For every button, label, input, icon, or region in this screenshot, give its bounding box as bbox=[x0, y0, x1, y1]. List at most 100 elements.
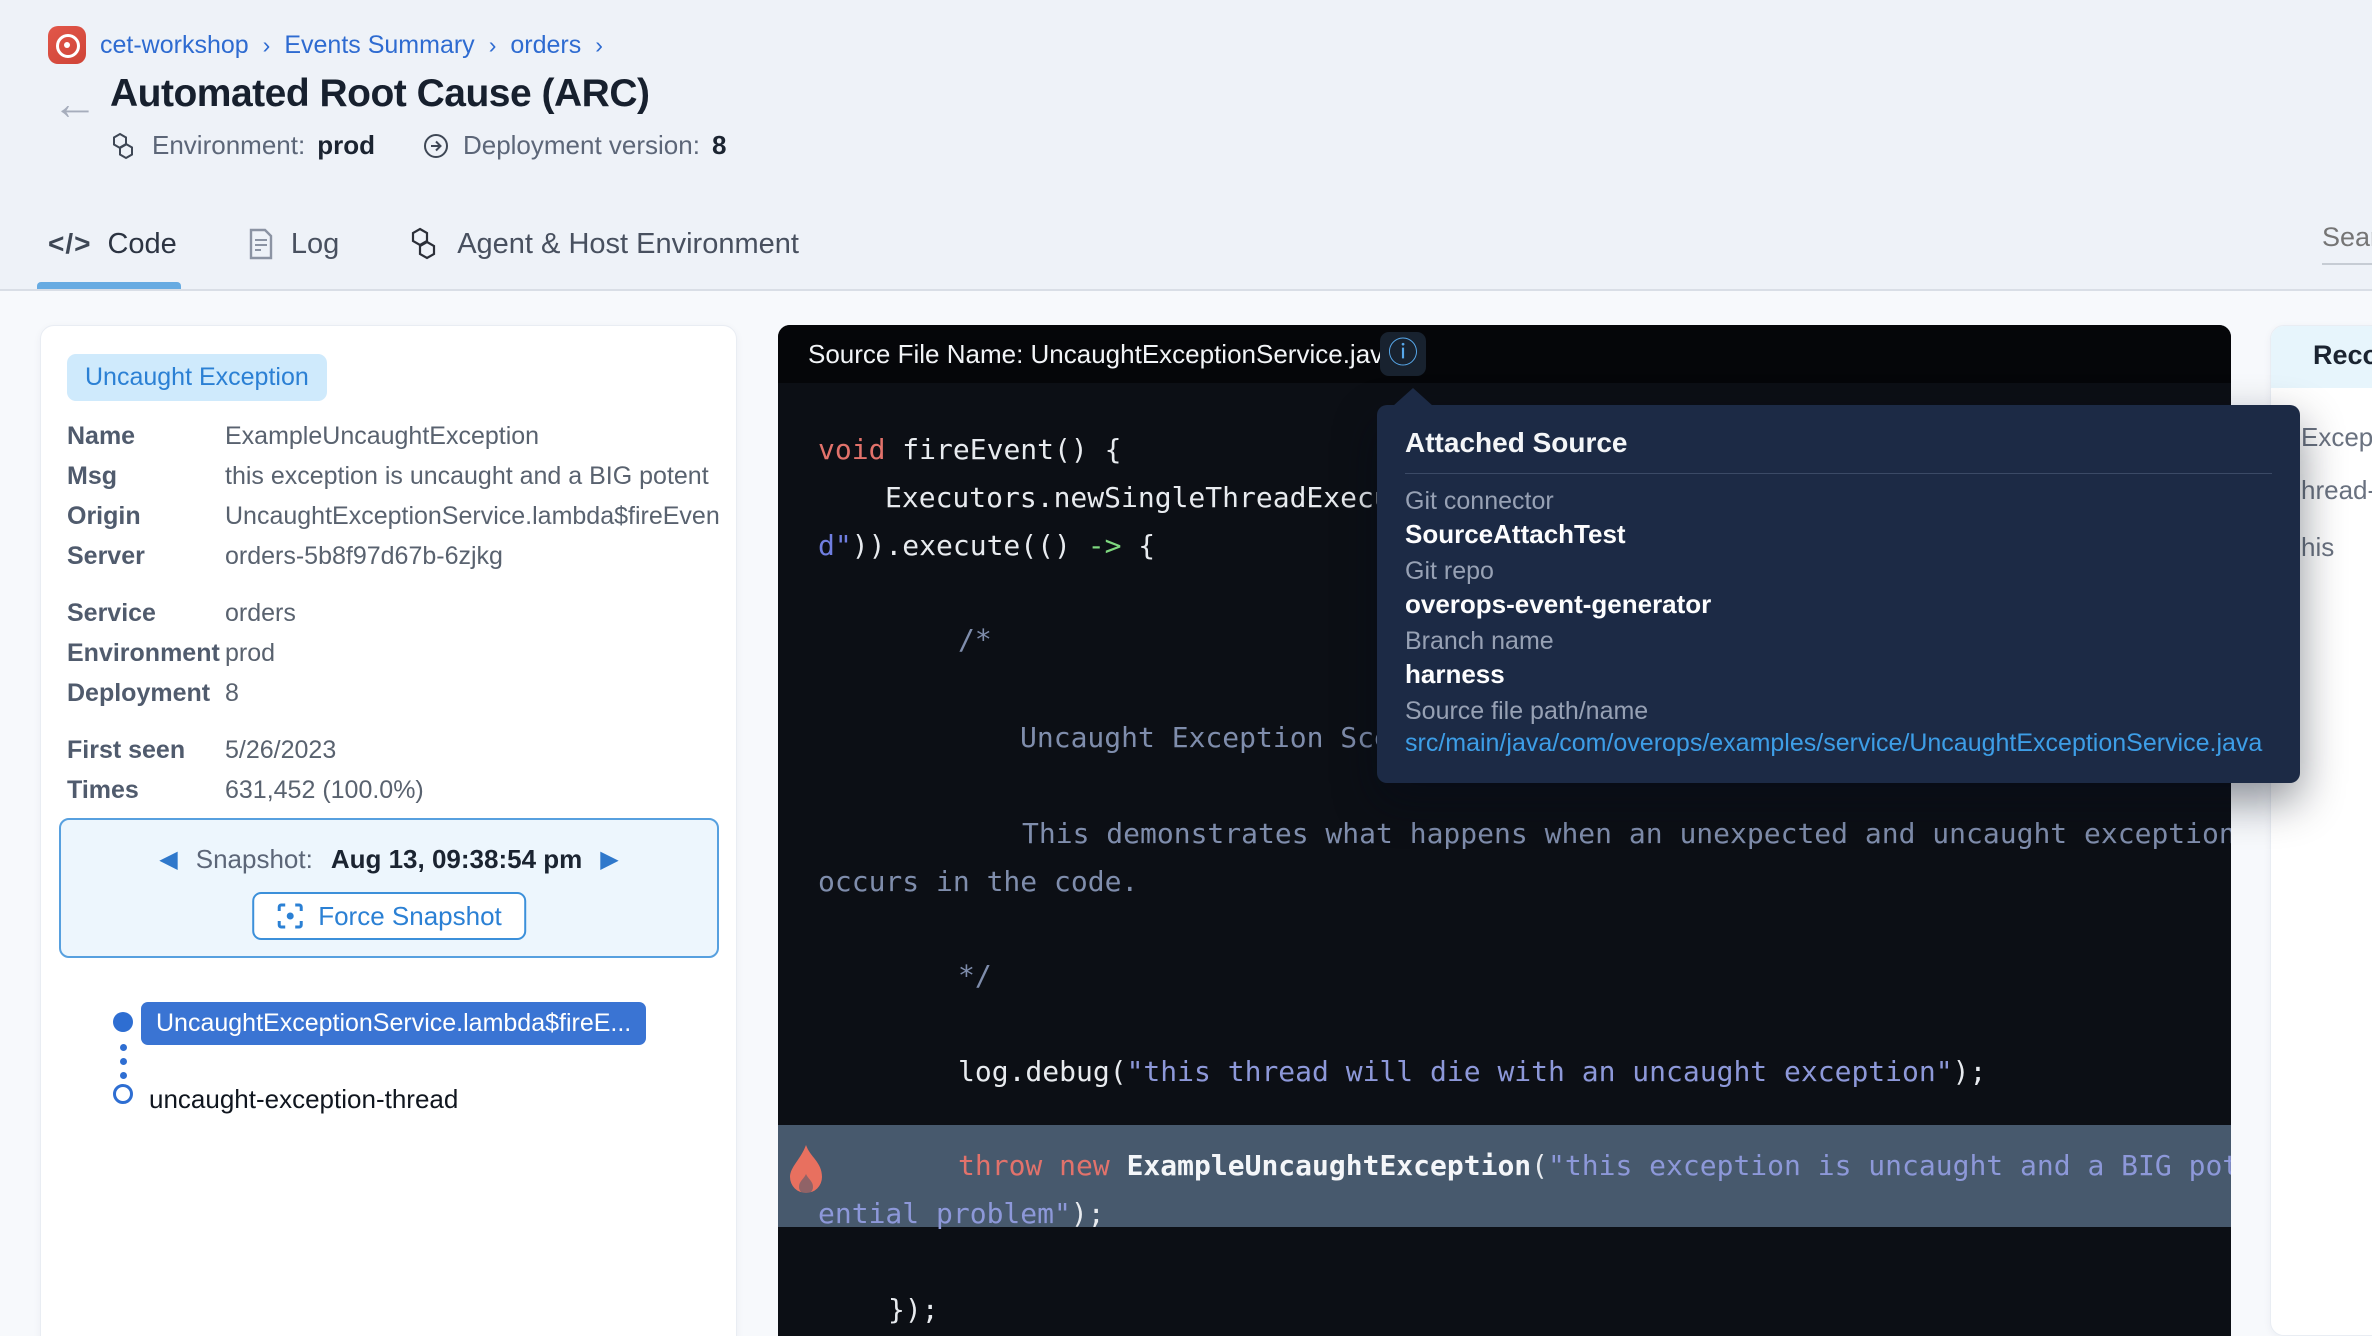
agent-host-icon bbox=[409, 227, 441, 261]
code-line: */ bbox=[958, 959, 992, 992]
breadcrumb-item-cet-workshop[interactable]: cet-workshop bbox=[100, 31, 249, 60]
source-file-path-link[interactable]: src/main/java/com/overops/examples/servi… bbox=[1405, 729, 2262, 758]
snapshot-label: Snapshot: bbox=[196, 844, 313, 875]
prev-snapshot-icon[interactable]: ◀ bbox=[159, 848, 177, 872]
detail-label: Origin bbox=[67, 502, 225, 542]
detail-value: 5/26/2023 bbox=[225, 736, 336, 776]
detail-label: Server bbox=[67, 542, 225, 582]
detail-label: Environment bbox=[67, 639, 225, 679]
detail-row-origin: OriginUncaughtExceptionService.lambda$fi… bbox=[67, 502, 727, 542]
detail-label: Msg bbox=[67, 462, 225, 502]
detail-label: Service bbox=[67, 599, 225, 639]
breadcrumb-separator: › bbox=[489, 32, 497, 59]
tooltip-field-label: Git connector bbox=[1405, 487, 1554, 516]
detail-row-server: Serverorders-5b8f97d67b-6zjkg bbox=[67, 542, 727, 582]
breadcrumb-separator: › bbox=[595, 32, 603, 59]
tooltip-title: Attached Source bbox=[1405, 427, 1628, 459]
environment-value: prod bbox=[317, 130, 375, 161]
detail-value: this exception is uncaught and a BIG pot… bbox=[225, 462, 709, 502]
detail-value: 631,452 (100.0%) bbox=[225, 776, 424, 816]
tab-code[interactable]: </> Code bbox=[48, 216, 177, 272]
detail-row-times: Times631,452 (100.0%) bbox=[67, 776, 727, 816]
force-snapshot-icon bbox=[276, 902, 304, 930]
code-header: Source File Name: UncaughtExceptionServi… bbox=[778, 325, 2231, 383]
thread-bullet-filled bbox=[113, 1012, 133, 1032]
recommendations-title: Recommendations bbox=[2313, 340, 2372, 371]
tab-agent-host-environment[interactable]: Agent & Host Environment bbox=[409, 216, 799, 272]
tooltip-field-label: Source file path/name bbox=[1405, 697, 1648, 726]
event-details-card: Uncaught Exception NameExampleUncaughtEx… bbox=[40, 325, 737, 1336]
code-line: /* bbox=[958, 623, 992, 656]
overops-logo-icon[interactable] bbox=[48, 26, 86, 64]
environment-icon bbox=[110, 131, 140, 161]
detail-row-name: NameExampleUncaughtException bbox=[67, 422, 727, 462]
force-snapshot-label: Force Snapshot bbox=[318, 901, 502, 932]
code-line: This demonstrates what happens when an u… bbox=[1022, 817, 2231, 850]
detail-value: UncaughtExceptionService.lambda$fireEven bbox=[225, 502, 720, 542]
detail-label: Name bbox=[67, 422, 225, 462]
force-snapshot-button[interactable]: Force Snapshot bbox=[252, 892, 526, 940]
code-line: log.debug("this thread will die with an … bbox=[958, 1055, 1986, 1088]
tab-label: Agent & Host Environment bbox=[457, 228, 799, 261]
environment-label: Environment: bbox=[152, 130, 305, 161]
page-header: cet-workshop › Events Summary › orders › ← Au… bbox=[0, 0, 2372, 290]
breadcrumb-item-events-summary[interactable]: Events Summary bbox=[284, 31, 474, 60]
detail-row-msg: Msgthis exception is uncaught and a BIG … bbox=[67, 462, 727, 502]
detail-label: Times bbox=[67, 776, 225, 816]
tab-log[interactable]: Log bbox=[247, 216, 339, 272]
detail-value: 8 bbox=[225, 679, 239, 719]
detail-value: orders-5b8f97d67b-6zjkg bbox=[225, 542, 503, 582]
code-line: Executors.newSingleThreadExecu bbox=[885, 481, 1391, 514]
detail-value: prod bbox=[225, 639, 275, 679]
code-line: ential problem"); bbox=[818, 1197, 1105, 1230]
attached-source-tooltip: Attached Source Git connector SourceAttac… bbox=[1377, 405, 2300, 783]
thread-bullet-open bbox=[113, 1084, 133, 1104]
next-snapshot-icon[interactable]: ▶ bbox=[600, 848, 618, 872]
info-icon[interactable]: ⓘ bbox=[1380, 332, 1426, 376]
log-tab-icon bbox=[247, 228, 275, 260]
event-type-badge: Uncaught Exception bbox=[67, 354, 327, 401]
tooltip-field-label: Branch name bbox=[1405, 627, 1554, 656]
deployment-icon bbox=[421, 131, 451, 161]
tab-label: Code bbox=[107, 228, 176, 261]
tooltip-field-label: Git repo bbox=[1405, 557, 1494, 586]
breadcrumb-item-orders[interactable]: orders bbox=[510, 31, 581, 60]
detail-value: ExampleUncaughtException bbox=[225, 422, 539, 462]
snapshot-value: Aug 13, 09:38:54 pm bbox=[331, 844, 582, 875]
tab-bar: </> Code Log Agent & Host Environment bbox=[48, 216, 799, 272]
detail-row-environment: Environmentprod bbox=[67, 639, 727, 679]
snapshot-box: ◀ Snapshot: Aug 13, 09:38:54 pm ▶ Force … bbox=[59, 818, 719, 958]
code-line: throw new ExampleUncaughtException("this… bbox=[958, 1149, 2231, 1182]
detail-label: Deployment bbox=[67, 679, 225, 719]
deployment-label: Deployment version: bbox=[463, 130, 700, 161]
recommendation-row[interactable]: Exception bbox=[2301, 422, 2372, 453]
tooltip-field-value: SourceAttachTest bbox=[1405, 519, 1626, 550]
thread-item-selected[interactable]: UncaughtExceptionService.lambda$fireE... bbox=[141, 1002, 646, 1045]
recommendation-row[interactable]: his bbox=[2301, 532, 2334, 563]
breadcrumb: cet-workshop › Events Summary › orders › bbox=[48, 26, 603, 64]
tooltip-field-value: harness bbox=[1405, 659, 1505, 690]
recommendation-row[interactable]: hread- bbox=[2301, 475, 2372, 506]
detail-row-first-seen: First seen5/26/2023 bbox=[67, 736, 727, 776]
recommendations-header: Recommendations bbox=[2271, 326, 2372, 388]
detail-label: First seen bbox=[67, 736, 225, 776]
tooltip-divider bbox=[1405, 473, 2272, 474]
source-file-name: Source File Name: UncaughtExceptionServi… bbox=[808, 325, 1398, 383]
tab-label: Log bbox=[291, 228, 339, 261]
page-title: Automated Root Cause (ARC) bbox=[110, 72, 650, 116]
detail-value: orders bbox=[225, 599, 296, 639]
code-line: d")).execute(() -> { bbox=[818, 529, 1155, 562]
code-line: Uncaught Exception Scen bbox=[1020, 721, 1408, 754]
search-input[interactable] bbox=[2322, 222, 2372, 265]
meta-row: Environment: prod Deployment version: 8 bbox=[110, 130, 726, 161]
detail-row-deployment: Deployment8 bbox=[67, 679, 727, 719]
tooltip-arrow bbox=[1393, 388, 1433, 406]
code-tab-icon: </> bbox=[48, 228, 91, 260]
flame-icon bbox=[786, 1143, 826, 1197]
tabs-divider bbox=[0, 289, 2372, 291]
thread-item[interactable]: uncaught-exception-thread bbox=[149, 1084, 458, 1115]
tooltip-field-value: overops-event-generator bbox=[1405, 589, 1711, 620]
back-button[interactable]: ← bbox=[52, 80, 98, 126]
breadcrumb-separator: › bbox=[263, 32, 271, 59]
code-line: occurs in the code. bbox=[818, 865, 1138, 898]
